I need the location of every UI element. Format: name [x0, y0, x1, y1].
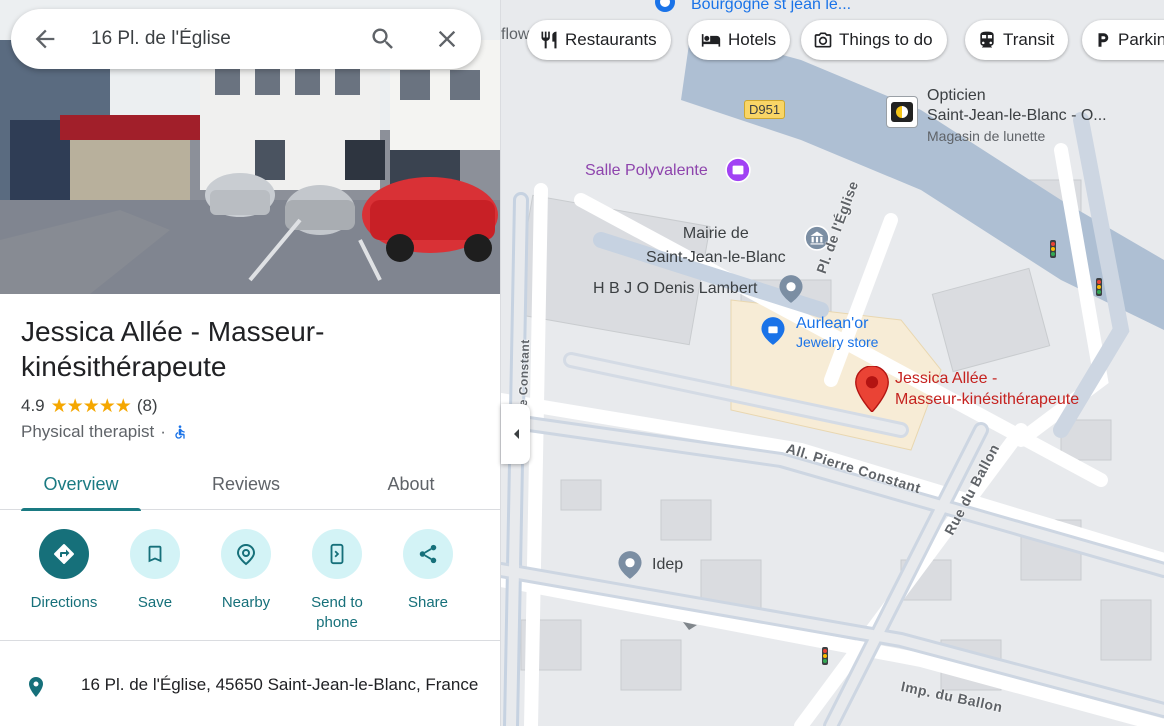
send-to-phone-button[interactable]: Send to phone	[292, 529, 382, 633]
review-count[interactable]: (8)	[137, 396, 158, 416]
map-label-salle[interactable]: Salle Polyvalente	[585, 162, 708, 180]
map-label-mairie[interactable]: Mairie de Saint-Jean-le-Blanc	[646, 222, 786, 270]
chip-label: Parkin	[1118, 30, 1164, 49]
bed-icon	[701, 34, 721, 47]
separator-dot: ·	[160, 422, 166, 441]
nearby-label: Nearby	[221, 594, 271, 611]
camera-icon	[814, 32, 832, 48]
save-label: Save	[137, 594, 173, 611]
opticien-name-line1: Opticien	[927, 87, 986, 104]
map-label-flow: flow	[501, 26, 530, 43]
category-row: Physical therapist ·	[21, 421, 188, 443]
back-arrow-icon[interactable]	[31, 25, 59, 53]
mairie-line1: Mairie de	[682, 225, 749, 242]
chip-hotels[interactable]: Hotels	[688, 20, 791, 60]
chevron-left-icon	[513, 429, 519, 439]
bookmark-icon	[130, 529, 180, 579]
close-icon[interactable]	[433, 25, 461, 53]
map-label-aurlean[interactable]: Aurlean'or Jewelry store	[796, 315, 878, 351]
parking-icon	[1098, 33, 1109, 47]
aurlean-name: Aurlean'or	[796, 315, 869, 332]
nearby-button[interactable]: Nearby	[201, 529, 291, 613]
share-icon	[403, 529, 453, 579]
send-to-phone-label: Send to phone	[311, 594, 363, 631]
directions-button[interactable]: Directions	[19, 529, 109, 613]
map-label-jessica[interactable]: Jessica Allée - Masseur-kinésithérapeute	[895, 368, 1079, 410]
chip-restaurants[interactable]: Restaurants	[527, 20, 671, 60]
place-pin-icon[interactable]	[777, 274, 805, 304]
chip-label: Restaurants	[565, 30, 657, 49]
search-box	[11, 9, 481, 69]
opticien-sub: Magasin de lunette	[927, 128, 1046, 144]
tab-overview[interactable]: Overview	[21, 458, 141, 511]
place-category[interactable]: Physical therapist	[21, 422, 154, 442]
address-text: 16 Pl. de l'Église, 45650 Saint-Jean-le-…	[81, 675, 479, 694]
aurlean-sub: Jewelry store	[796, 334, 879, 350]
directions-icon	[39, 529, 89, 579]
place-title: Jessica Allée - Masseur-kinésithérapeute	[21, 316, 325, 382]
chip-parking[interactable]: Parkin	[1082, 20, 1164, 60]
directions-label: Directions	[30, 594, 98, 611]
rating-row: 4.9 ★★★★★ (8)	[21, 395, 158, 417]
map-label-hbjo[interactable]: H B J O Denis Lambert	[593, 280, 758, 298]
jessica-line2: Masseur-kinésithérapeute	[895, 391, 1080, 408]
save-button[interactable]: Save	[110, 529, 200, 613]
jessica-line1: Jessica Allée -	[895, 370, 998, 387]
search-input[interactable]	[91, 23, 361, 55]
tab-reviews[interactable]: Reviews	[186, 458, 306, 510]
event-venue-pin-icon[interactable]	[725, 157, 751, 183]
share-label: Share	[407, 594, 449, 611]
chip-transit[interactable]: Transit	[965, 20, 1069, 60]
mairie-line2: Saint-Jean-le-Blanc	[646, 249, 786, 266]
send-to-phone-icon	[312, 529, 362, 579]
place-panel: Jessica Allée - Masseur-kinésithérapeute…	[0, 0, 501, 726]
tab-about[interactable]: About	[351, 458, 471, 510]
address-row[interactable]: 16 Pl. de l'Église, 45650 Saint-Jean-le-…	[0, 660, 500, 726]
jewelry-store-pin-icon[interactable]	[759, 316, 787, 346]
place-tabs: Overview Reviews About	[0, 458, 500, 511]
map-label-opticien[interactable]: Opticien Saint-Jean-le-Blanc - O... Maga…	[927, 86, 1107, 146]
search-icon[interactable]	[369, 25, 397, 53]
wheelchair-accessible-icon	[175, 425, 185, 439]
place-pin-icon[interactable]	[616, 550, 644, 580]
chip-things-to-do[interactable]: Things to do	[801, 20, 947, 60]
chip-label: Things to do	[839, 30, 933, 49]
share-button[interactable]: Share	[383, 529, 473, 613]
selected-place-pin-icon[interactable]	[855, 366, 889, 412]
opticien-name-line2: Saint-Jean-le-Blanc - O...	[927, 107, 1107, 124]
chip-label: Transit	[1003, 30, 1055, 49]
train-icon	[980, 31, 994, 48]
map-label-idep[interactable]: Idep	[652, 556, 683, 574]
map-canvas[interactable]: D951 Bourgogne st jean le... flow Optici…	[501, 0, 1164, 726]
action-buttons: Directions Save Nearby Send to phone Sha…	[0, 511, 500, 641]
rating-value: 4.9	[21, 396, 45, 415]
road-badge-d951: D951	[744, 100, 786, 119]
shopping-pin-icon[interactable]	[653, 0, 677, 16]
nearby-icon	[221, 529, 271, 579]
chip-label: Hotels	[728, 30, 777, 49]
fork-knife-icon	[541, 31, 557, 49]
opticien-logo-icon[interactable]	[886, 96, 918, 128]
location-pin-icon	[29, 677, 43, 697]
map-label-gunshop[interactable]: Bourgogne st jean le...	[691, 0, 851, 14]
collapse-panel-button[interactable]	[501, 404, 530, 464]
star-rating-icon: ★★★★★	[50, 395, 132, 417]
